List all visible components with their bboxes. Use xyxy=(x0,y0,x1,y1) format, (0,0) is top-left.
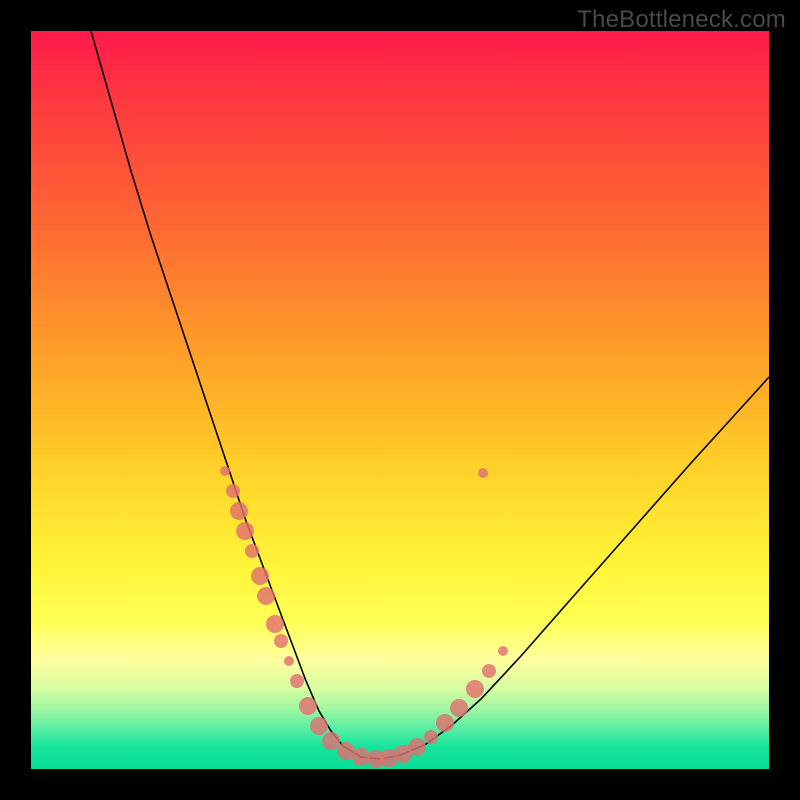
data-dot xyxy=(322,732,340,750)
data-dot xyxy=(251,567,269,585)
data-dot xyxy=(245,544,259,558)
bottleneck-curve-path xyxy=(91,31,769,759)
data-dot xyxy=(220,466,230,476)
chart-plot-area xyxy=(31,31,769,769)
data-dot xyxy=(436,714,454,732)
data-dot xyxy=(290,674,304,688)
data-dots-group xyxy=(220,466,508,768)
data-dot xyxy=(466,680,484,698)
data-dot xyxy=(236,522,254,540)
data-dot xyxy=(482,664,496,678)
data-dot xyxy=(226,484,240,498)
data-dot xyxy=(274,634,288,648)
data-dot xyxy=(450,699,468,717)
data-dot xyxy=(284,656,294,666)
chart-svg xyxy=(31,31,769,769)
data-dot xyxy=(478,468,488,478)
data-dot xyxy=(257,587,275,605)
data-dot xyxy=(266,615,284,633)
data-dot xyxy=(408,738,426,756)
watermark-text: TheBottleneck.com xyxy=(577,6,786,34)
data-dot xyxy=(230,502,248,520)
data-dot xyxy=(310,717,328,735)
data-dot xyxy=(299,697,317,715)
data-dot xyxy=(424,730,438,744)
data-dot xyxy=(498,646,508,656)
